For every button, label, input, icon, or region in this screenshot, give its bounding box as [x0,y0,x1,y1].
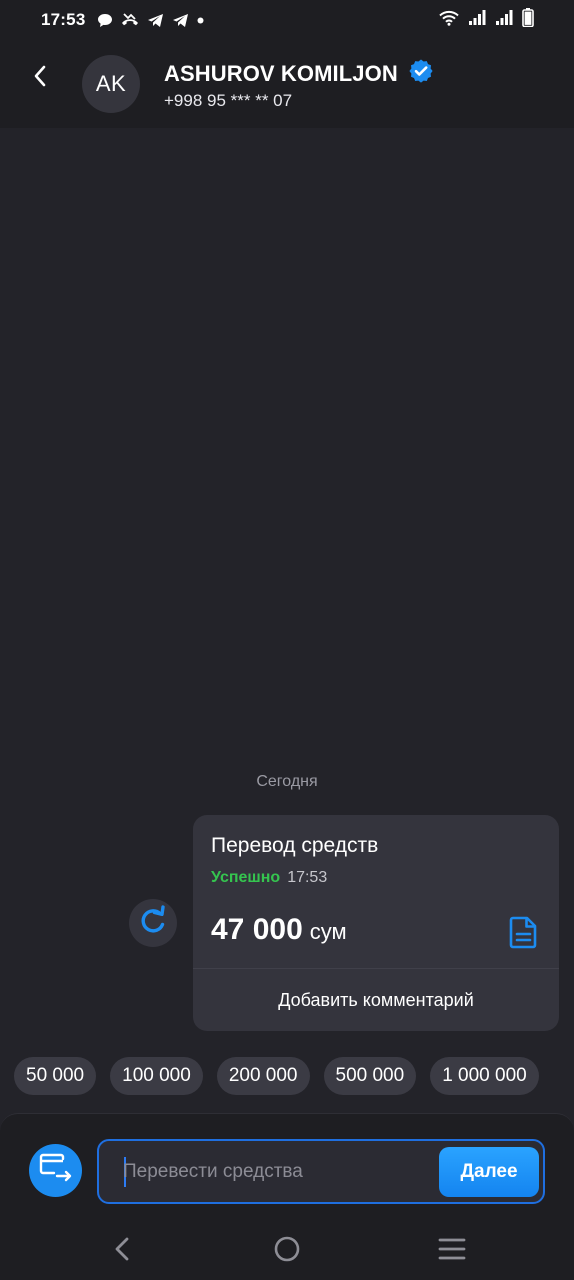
date-separator: Сегодня [256,773,318,790]
card-transfer-button[interactable] [29,1144,82,1197]
refresh-icon [136,904,170,943]
quick-amount-chip[interactable]: 1 000 000 [430,1057,539,1095]
chevron-left-icon [32,64,48,93]
repeat-transfer-button[interactable] [129,899,177,947]
nav-back-button[interactable] [108,1235,136,1263]
status-time: 17:53 [41,10,86,29]
back-button[interactable] [26,64,54,92]
signal-icon [468,9,486,31]
contact-name-row: ASHUROV KOMILJON [164,58,434,89]
avatar[interactable]: AK [82,55,140,113]
signal-icon [495,9,513,31]
transfer-currency: сум [309,919,347,944]
back-icon [108,1237,136,1267]
contact-name: ASHUROV KOMILJON [164,60,398,86]
wifi-icon [439,10,459,31]
chat-bubble-icon [97,13,113,28]
amount-input[interactable] [123,1153,433,1191]
quick-amount-chip[interactable]: 100 000 [110,1057,203,1095]
transfer-time: 17:53 [287,869,328,886]
status-bar: 17:53 [0,0,574,40]
telegram-icon [147,13,164,28]
quick-amount-chip[interactable]: 200 000 [216,1057,310,1095]
transfer-message-card[interactable]: Перевод средств Успешно 17:53 47 000 сум… [193,815,559,1031]
quick-amount-chips: 50 000 100 000 200 000 500 000 1 000 000 [14,1057,539,1095]
nav-recents-button[interactable] [437,1236,467,1262]
contact-phone: +998 95 *** ** 07 [164,91,293,110]
missed-call-icon [121,13,139,27]
transfer-amount: 47 000 [211,913,303,946]
card-transfer-icon [39,1153,73,1188]
document-icon [509,916,539,953]
transfer-title: Перевод средств [211,834,379,857]
chat-header: AK ASHUROV KOMILJON +998 95 *** ** 07 [0,40,574,128]
telegram-icon [172,13,189,28]
dot-icon [197,17,204,24]
amount-input-box: Далее [97,1139,545,1204]
next-button[interactable]: Далее [439,1147,539,1197]
notification-icons [97,13,204,28]
add-comment-button[interactable]: Добавить комментарий [193,969,559,1031]
system-nav-bar [0,1222,574,1280]
status-badge: Успешно [211,869,281,886]
nav-home-button[interactable] [273,1235,301,1263]
recents-icon [437,1238,467,1266]
home-icon [273,1236,301,1267]
transfer-chat-screen: 17:53 AK ASHUROV KOMILJON +998 95 *** **… [0,0,574,1280]
transfer-amount-row: 47 000 сум [211,913,347,947]
receipt-button[interactable] [509,915,539,949]
battery-icon [522,8,534,32]
transfer-status-row: Успешно 17:53 [211,869,327,887]
quick-amount-chip[interactable]: 50 000 [14,1057,97,1095]
quick-amount-chip[interactable]: 500 000 [323,1057,417,1095]
verified-badge-icon [408,58,434,89]
system-icons [439,8,534,32]
